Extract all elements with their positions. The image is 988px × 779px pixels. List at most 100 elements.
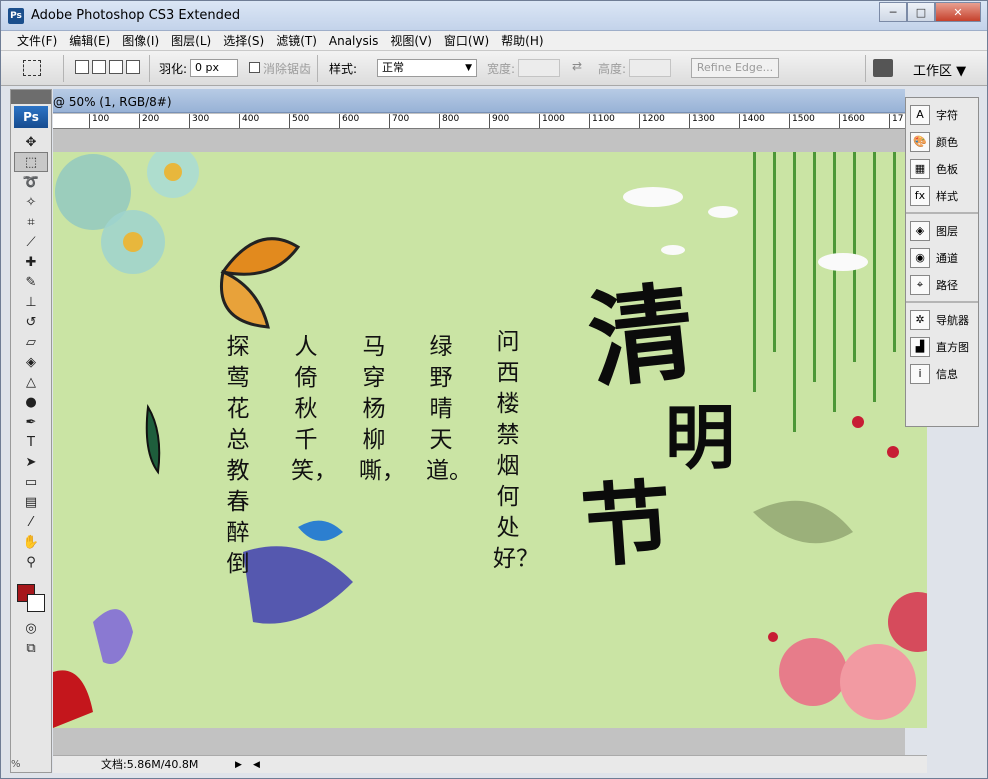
marquee-tool-icon[interactable]: ⬚ [14, 152, 48, 172]
toolbox: Ps ✥ ⬚ ➰ ✧ ⌗ ⟋ ✚ ✎ ⊥ ↺ ▱ ◈ △ ● ✒ T ➤ ▭ ▤… [10, 89, 52, 773]
brush-tool-icon[interactable]: ✎ [11, 272, 51, 292]
panel-swatches[interactable]: ▦ 色板 [906, 155, 978, 182]
panel-label: 路径 [936, 278, 958, 292]
clone-stamp-icon[interactable]: ⊥ [11, 292, 51, 312]
maximize-button[interactable]: □ [907, 2, 935, 22]
panel-label: 颜色 [936, 135, 958, 149]
ruler-tick: 1600 [839, 114, 865, 128]
style-select[interactable]: 正常 ▼ [377, 59, 477, 77]
menu-analysis[interactable]: Analysis [323, 31, 384, 51]
width-input[interactable] [518, 59, 560, 77]
zoom-tool-icon[interactable]: ⚲ [11, 552, 51, 572]
style-label: 样式: [329, 62, 358, 76]
swatches-icon: ▦ [910, 158, 930, 179]
menu-filter[interactable]: 滤镜(T) [270, 31, 323, 51]
minimize-button[interactable]: ─ [879, 2, 907, 22]
toolbox-grip[interactable] [11, 90, 51, 104]
menu-layer[interactable]: 图层(L) [165, 31, 217, 51]
image-canvas[interactable]: 清 明 节 问西楼禁烟何处好？ 绿野晴天道。 马穿杨柳嘶， 人倚秋千笑， 探莺花… [53, 152, 927, 728]
quick-mask-icon[interactable]: ◎ [11, 618, 51, 638]
marquee-preset-icon[interactable] [23, 60, 41, 76]
background-color[interactable] [27, 594, 45, 612]
menu-help[interactable]: 帮助(H) [495, 31, 549, 51]
antialias-checkbox[interactable] [249, 62, 260, 73]
scroll-left-icon[interactable]: ◀ [253, 756, 260, 774]
ruler-tick: 1200 [639, 114, 665, 128]
panel-paths[interactable]: ⌖ 路径 [906, 271, 978, 298]
ps-logo: Ps [14, 106, 48, 128]
poem-column-2: 绿野晴天道。 [426, 334, 472, 484]
panel-label: 色板 [936, 162, 958, 176]
title-char-jie: 节 [577, 468, 676, 581]
title-char-ming: 明 [665, 396, 735, 479]
panel-label: 字符 [936, 108, 958, 122]
dodge-tool-icon[interactable]: ● [11, 392, 51, 412]
workspace-button[interactable]: 工作区 ▼ [913, 60, 966, 79]
close-button[interactable]: ✕ [935, 2, 981, 22]
navigator-icon: ✲ [910, 309, 930, 330]
menu-view[interactable]: 视图(V) [384, 31, 438, 51]
menu-window[interactable]: 窗口(W) [438, 31, 495, 51]
status-arrow-icon[interactable]: ▶ [235, 756, 242, 774]
height-input[interactable] [629, 59, 671, 77]
slice-tool-icon[interactable]: ⟋ [11, 232, 51, 252]
eraser-tool-icon[interactable]: ▱ [11, 332, 51, 352]
type-tool-icon[interactable]: T [11, 432, 51, 452]
poem-column-5: 探莺花总教春醉倒 [226, 334, 250, 577]
horizontal-ruler: 100 200 300 400 500 600 700 800 900 1000… [53, 114, 905, 129]
ruler-tick: 900 [489, 114, 509, 128]
swap-arrows-icon[interactable]: ⇄ [572, 59, 582, 73]
shape-tool-icon[interactable]: ▭ [11, 472, 51, 492]
eyedropper-icon[interactable]: ⁄ [11, 512, 51, 532]
notes-tool-icon[interactable]: ▤ [11, 492, 51, 512]
menu-file[interactable]: 文件(F) [11, 31, 63, 51]
document-title: @ 50% (1, RGB/8#) [53, 95, 172, 109]
paint-bucket-icon[interactable]: ◈ [11, 352, 51, 372]
ruler-tick: 1500 [789, 114, 815, 128]
refine-edge-button[interactable]: Refine Edge... [691, 58, 779, 78]
feather-input[interactable]: 0 px [190, 59, 238, 77]
panel-label: 图层 [936, 224, 958, 238]
panel-color[interactable]: 🎨 颜色 [906, 128, 978, 155]
path-select-icon[interactable]: ➤ [11, 452, 51, 472]
palette-icon: 🎨 [910, 131, 930, 152]
menu-image[interactable]: 图像(I) [116, 31, 165, 51]
healing-brush-icon[interactable]: ✚ [11, 252, 51, 272]
move-tool-icon[interactable]: ✥ [11, 132, 51, 152]
panel-character[interactable]: A 字符 [906, 101, 978, 128]
title-bar[interactable]: Ps Adobe Photoshop CS3 Extended ─ □ ✕ [1, 1, 987, 31]
hand-tool-icon[interactable]: ✋ [11, 532, 51, 552]
screen-mode-icon[interactable]: ⧉ [11, 638, 51, 658]
panel-channels[interactable]: ◉ 通道 [906, 244, 978, 271]
panel-label: 样式 [936, 189, 958, 203]
panel-histogram[interactable]: ▟ 直方图 [906, 333, 978, 360]
color-swatches [11, 578, 51, 618]
subtract-selection-icon[interactable] [109, 60, 123, 74]
intersect-selection-icon[interactable] [126, 60, 140, 74]
bridge-icon[interactable] [873, 59, 893, 77]
ruler-tick: 1300 [689, 114, 715, 128]
new-selection-icon[interactable] [75, 60, 89, 74]
ruler-tick: 1100 [589, 114, 615, 128]
add-selection-icon[interactable] [92, 60, 106, 74]
panel-info[interactable]: i 信息 [906, 360, 978, 387]
antialias-label: 消除锯齿 [263, 62, 312, 76]
panel-label: 导航器 [936, 313, 969, 327]
crop-tool-icon[interactable]: ⌗ [11, 212, 51, 232]
panel-styles[interactable]: fx 样式 [906, 182, 978, 209]
histogram-icon: ▟ [910, 336, 930, 357]
menu-select[interactable]: 选择(S) [217, 31, 270, 51]
panel-navigator[interactable]: ✲ 导航器 [906, 306, 978, 333]
ruler-tick: 200 [139, 114, 159, 128]
blur-tool-icon[interactable]: △ [11, 372, 51, 392]
panel-layers[interactable]: ◈ 图层 [906, 217, 978, 244]
document-tab[interactable]: @ 50% (1, RGB/8#) [53, 89, 905, 113]
pen-tool-icon[interactable]: ✒ [11, 412, 51, 432]
fx-icon: fx [910, 185, 930, 206]
history-brush-icon[interactable]: ↺ [11, 312, 51, 332]
magic-wand-icon[interactable]: ✧ [11, 192, 51, 212]
panel-dock: A 字符 🎨 颜色 ▦ 色板 fx 样式 ◈ 图层 ◉ 通道 ⌖ 路径 ✲ 导航器 ▟ 直方图 i… [905, 97, 979, 427]
lasso-tool-icon[interactable]: ➰ [11, 172, 51, 192]
menu-edit[interactable]: 编辑(E) [63, 31, 116, 51]
paths-icon: ⌖ [910, 274, 930, 295]
